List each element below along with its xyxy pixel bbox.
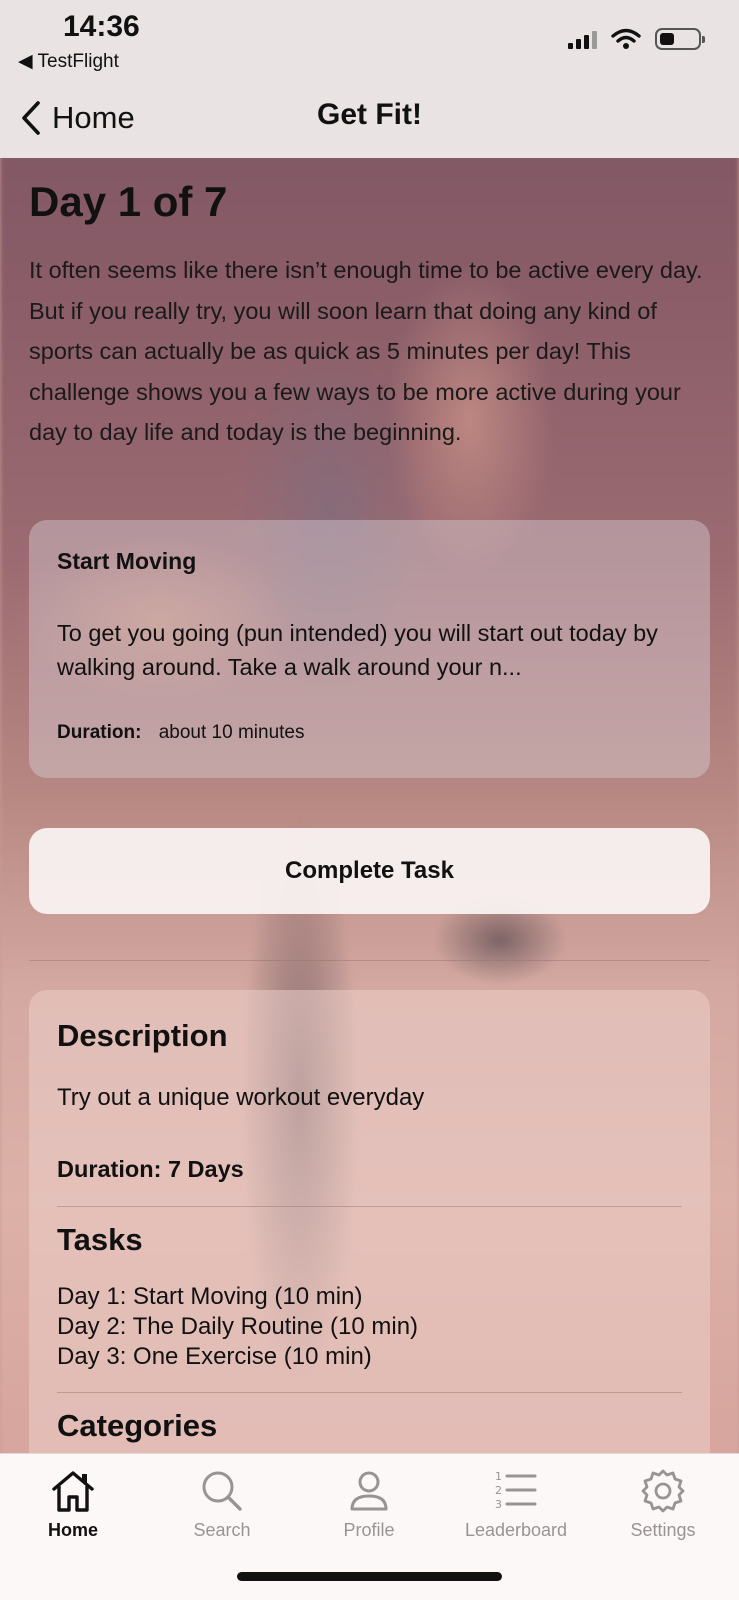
info-divider bbox=[57, 1206, 682, 1207]
challenge-content[interactable]: Day 1 of 7 It often seems like there isn… bbox=[0, 158, 739, 1453]
back-button[interactable]: Home bbox=[20, 100, 135, 136]
status-icons bbox=[568, 28, 705, 50]
home-icon bbox=[52, 1471, 94, 1512]
tab-home[interactable]: Home bbox=[8, 1468, 138, 1541]
back-to-app-link[interactable]: ◀ TestFlight bbox=[18, 50, 119, 73]
list-item: Day 1: Start Moving (10 min) bbox=[57, 1283, 363, 1310]
tab-leaderboard[interactable]: 1 2 3 Leaderboard bbox=[451, 1468, 581, 1541]
leaderboard-icon: 1 2 3 bbox=[495, 1470, 537, 1511]
list-item: Day 2: The Daily Routine (10 min) bbox=[57, 1313, 419, 1340]
task-text: To get you going (pun intended) you will… bbox=[57, 620, 658, 680]
tab-search[interactable]: Search bbox=[157, 1468, 287, 1541]
info-divider bbox=[57, 1392, 682, 1393]
search-icon bbox=[202, 1471, 242, 1511]
task-card[interactable]: Start Moving To get you going (pun inten… bbox=[29, 520, 710, 778]
task-duration-value: about 10 minutes bbox=[158, 722, 305, 743]
complete-task-button[interactable]: Complete Task bbox=[29, 828, 710, 914]
intro-text: It often seems like there isn’t enough t… bbox=[29, 257, 703, 445]
status-bar: 14:36 ◀ TestFlight bbox=[0, 0, 739, 78]
tasks-list: Day 1: Start Moving (10 min) Day 2: The … bbox=[57, 1282, 418, 1372]
cellular-signal-icon bbox=[568, 29, 597, 49]
svg-text:2: 2 bbox=[495, 1484, 502, 1497]
challenge-duration: Duration: 7 Days bbox=[57, 1156, 244, 1182]
back-button-label: Home bbox=[52, 100, 135, 135]
description-text: Try out a unique workout everyday bbox=[57, 1084, 425, 1111]
svg-text:1: 1 bbox=[495, 1470, 502, 1483]
day-title: Day 1 of 7 bbox=[29, 178, 228, 225]
tab-label: Profile bbox=[343, 1520, 395, 1540]
categories-heading: Categories bbox=[57, 1408, 218, 1443]
tab-profile[interactable]: Profile bbox=[304, 1468, 434, 1541]
tab-label: Leaderboard bbox=[464, 1520, 568, 1540]
battery-icon bbox=[655, 28, 705, 50]
tab-settings[interactable]: Settings bbox=[598, 1468, 728, 1541]
tab-label: Settings bbox=[630, 1520, 696, 1540]
profile-icon bbox=[350, 1471, 388, 1511]
settings-icon bbox=[641, 1469, 685, 1513]
divider bbox=[29, 960, 710, 961]
chevron-left-icon bbox=[22, 101, 40, 135]
tasks-heading: Tasks bbox=[57, 1222, 143, 1257]
task-duration-label: Duration: bbox=[57, 722, 142, 743]
task-title: Start Moving bbox=[57, 548, 197, 574]
navigation-bar: Get Fit! Home bbox=[0, 78, 739, 158]
tab-label: Home bbox=[47, 1520, 98, 1540]
tab-label: Search bbox=[193, 1520, 251, 1540]
description-heading: Description bbox=[57, 1018, 228, 1053]
svg-text:3: 3 bbox=[495, 1498, 502, 1511]
task-duration: Duration: about 10 minutes bbox=[57, 722, 304, 744]
list-item: Day 3: One Exercise (10 min) bbox=[57, 1343, 372, 1370]
challenge-info-card: Description Try out a unique workout eve… bbox=[29, 990, 710, 1453]
status-time: 14:36 bbox=[63, 10, 140, 43]
home-indicator[interactable] bbox=[237, 1572, 502, 1581]
wifi-icon bbox=[611, 28, 641, 49]
